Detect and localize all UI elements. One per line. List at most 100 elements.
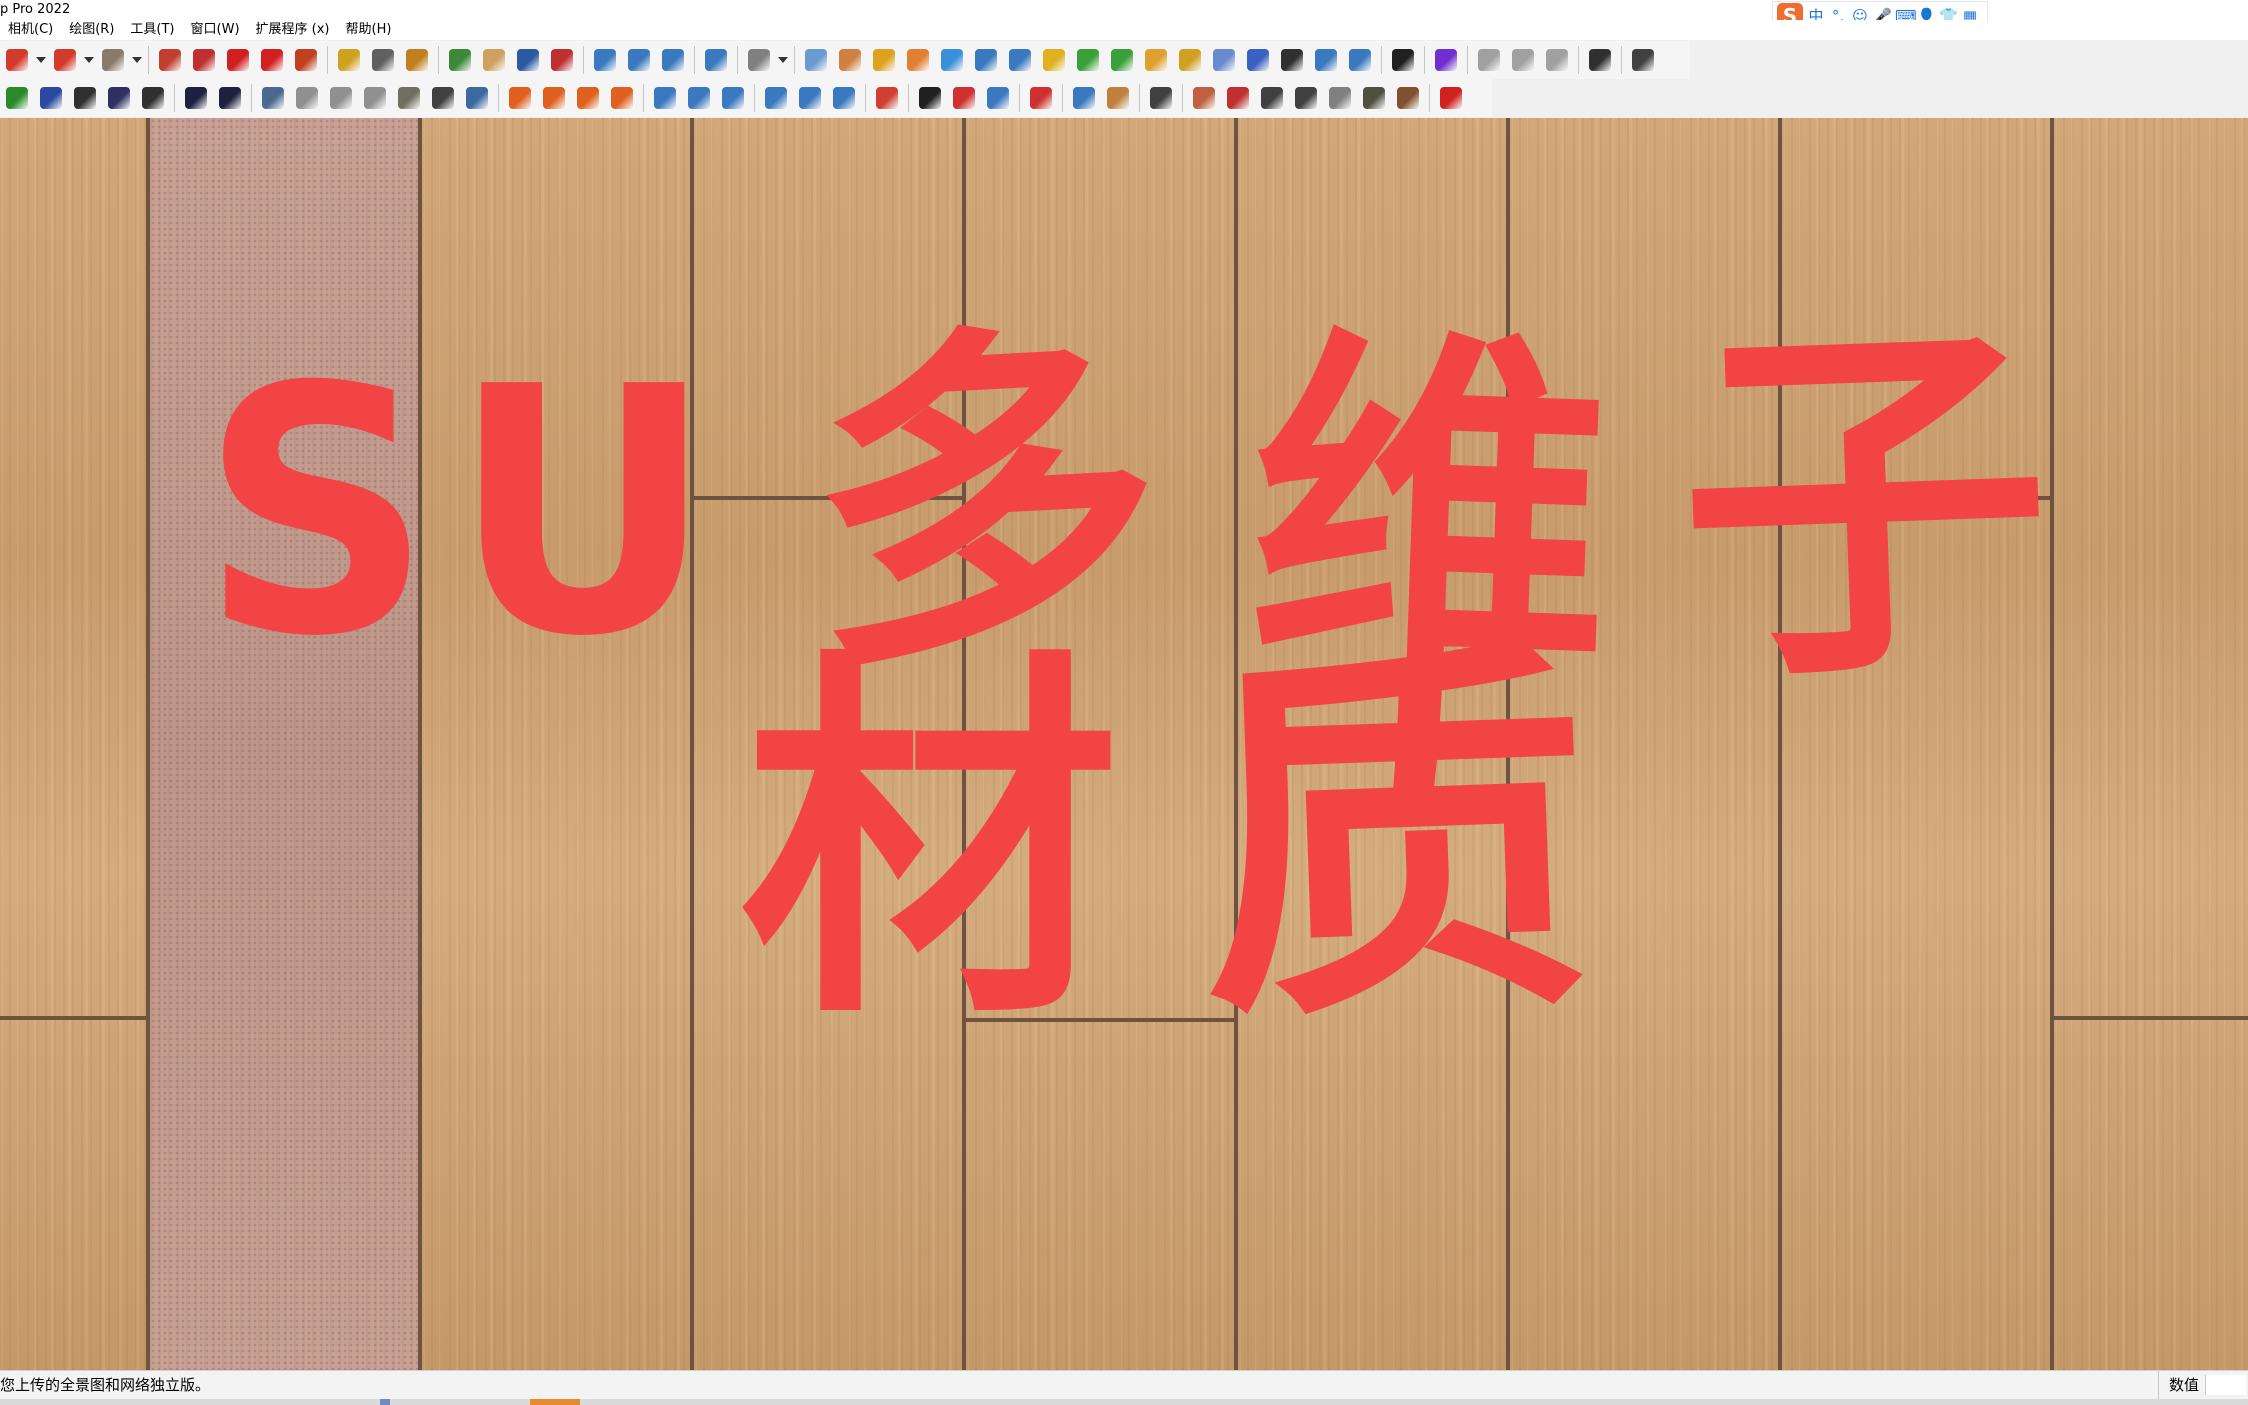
scale-box-button[interactable] bbox=[761, 82, 791, 114]
settings-sliders-button[interactable] bbox=[835, 44, 865, 76]
section-cut-button[interactable] bbox=[539, 82, 569, 114]
axes-button[interactable] bbox=[971, 44, 1001, 76]
pencil-line-button[interactable] bbox=[2, 44, 32, 76]
shape-tool-button[interactable] bbox=[1388, 44, 1418, 76]
zoom-extents-button[interactable] bbox=[547, 44, 577, 76]
menu-camera[interactable]: 相机(C) bbox=[0, 20, 61, 40]
move-button[interactable] bbox=[223, 44, 253, 76]
frame-button[interactable] bbox=[1311, 44, 1341, 76]
orbit-button[interactable] bbox=[445, 44, 475, 76]
diamond-outline-icon bbox=[1111, 49, 1133, 71]
browser-button[interactable] bbox=[872, 82, 902, 114]
diamond-outline-button[interactable] bbox=[1107, 44, 1137, 76]
render-icon bbox=[1281, 49, 1303, 71]
section-gear-button[interactable] bbox=[607, 82, 637, 114]
chevron-down-icon[interactable] bbox=[132, 44, 142, 76]
material-3-button[interactable] bbox=[1393, 82, 1423, 114]
rectangle-button[interactable] bbox=[98, 44, 128, 76]
flower-button[interactable] bbox=[1146, 82, 1176, 114]
gear-button[interactable] bbox=[138, 82, 168, 114]
stamp-button[interactable] bbox=[701, 44, 731, 76]
components-button[interactable] bbox=[801, 44, 831, 76]
square-button[interactable] bbox=[937, 44, 967, 76]
black-white-button[interactable] bbox=[915, 82, 945, 114]
shaded-button[interactable] bbox=[394, 82, 424, 114]
camera-button[interactable] bbox=[1474, 44, 1504, 76]
swap-button[interactable] bbox=[1026, 82, 1056, 114]
diamond-green-button[interactable] bbox=[1073, 44, 1103, 76]
measurements-input[interactable] bbox=[2205, 1375, 2246, 1395]
history-button[interactable] bbox=[1585, 44, 1615, 76]
box-button[interactable] bbox=[1039, 44, 1069, 76]
curve-join-button[interactable] bbox=[718, 82, 748, 114]
tree-icon bbox=[6, 87, 28, 109]
menu-help[interactable]: 帮助(H) bbox=[338, 20, 400, 40]
cloud-upload-button[interactable] bbox=[104, 82, 134, 114]
picture-button[interactable] bbox=[903, 44, 933, 76]
extension-button[interactable] bbox=[1628, 44, 1658, 76]
push-pull-button[interactable] bbox=[155, 44, 185, 76]
paint-bucket-button[interactable] bbox=[402, 44, 432, 76]
solar-north-button[interactable] bbox=[590, 44, 620, 76]
refresh-button[interactable] bbox=[829, 82, 859, 114]
light-bulb-button[interactable] bbox=[869, 44, 899, 76]
hidden-line-button[interactable] bbox=[292, 82, 322, 114]
offset-curve-button[interactable] bbox=[684, 82, 714, 114]
section-fill-button[interactable] bbox=[573, 82, 603, 114]
tree-button[interactable] bbox=[2, 82, 32, 114]
pen-button[interactable] bbox=[1243, 44, 1273, 76]
trash-red-button[interactable] bbox=[949, 82, 979, 114]
menu-window[interactable]: 窗口(W) bbox=[183, 20, 248, 40]
hatching-button[interactable] bbox=[1141, 44, 1171, 76]
terrain-button[interactable] bbox=[36, 82, 66, 114]
scene-button[interactable] bbox=[1508, 44, 1538, 76]
solid-button[interactable] bbox=[258, 82, 288, 114]
chevron-down-icon[interactable] bbox=[36, 44, 46, 76]
material-button[interactable] bbox=[1257, 82, 1287, 114]
photo-button[interactable] bbox=[1542, 44, 1572, 76]
render-button[interactable] bbox=[1277, 44, 1307, 76]
chevron-down-icon[interactable] bbox=[84, 44, 94, 76]
material-2-button[interactable] bbox=[1291, 82, 1321, 114]
rotate-button[interactable] bbox=[257, 44, 287, 76]
info-button[interactable] bbox=[215, 82, 245, 114]
package-button[interactable] bbox=[1069, 82, 1099, 114]
menu-tools[interactable]: 工具(T) bbox=[122, 20, 182, 40]
menu-extensions[interactable]: 扩展程序 (x) bbox=[248, 20, 338, 40]
trash-red-icon bbox=[953, 87, 975, 109]
layers-button[interactable] bbox=[658, 44, 688, 76]
text-button[interactable] bbox=[368, 44, 398, 76]
book-button[interactable] bbox=[1189, 82, 1219, 114]
textured-button[interactable] bbox=[428, 82, 458, 114]
zoom-button[interactable] bbox=[513, 44, 543, 76]
roll-button[interactable] bbox=[1325, 82, 1355, 114]
map-button[interactable] bbox=[1223, 82, 1253, 114]
checker-sphere-button[interactable] bbox=[70, 82, 100, 114]
plugin-p-button[interactable] bbox=[1431, 44, 1461, 76]
molecule-button[interactable] bbox=[795, 82, 825, 114]
chevron-down-icon[interactable] bbox=[778, 44, 788, 76]
cube-button[interactable] bbox=[1345, 44, 1375, 76]
model-viewport[interactable]: SU 多 维 子 材 质 bbox=[0, 118, 2248, 1370]
wireframe-button[interactable] bbox=[360, 82, 390, 114]
xray-button[interactable] bbox=[326, 82, 356, 114]
envelope-button[interactable] bbox=[181, 82, 211, 114]
bandage-button[interactable] bbox=[1103, 82, 1133, 114]
trash-blue-button[interactable] bbox=[983, 82, 1013, 114]
curve-button[interactable] bbox=[1005, 44, 1035, 76]
sandbox-button[interactable] bbox=[624, 44, 654, 76]
account-button[interactable] bbox=[744, 44, 774, 76]
follow-me-button[interactable] bbox=[189, 44, 219, 76]
plane-button[interactable] bbox=[1359, 82, 1389, 114]
link-button[interactable] bbox=[1209, 44, 1239, 76]
tape-measure-button[interactable] bbox=[334, 44, 364, 76]
monochrome-button[interactable] bbox=[462, 82, 492, 114]
arc-button[interactable] bbox=[50, 44, 80, 76]
weld-button[interactable] bbox=[650, 82, 680, 114]
table-button[interactable] bbox=[1436, 82, 1466, 114]
pan-button[interactable] bbox=[479, 44, 509, 76]
section-plane-button[interactable] bbox=[505, 82, 535, 114]
menu-draw[interactable]: 绘图(R) bbox=[61, 20, 122, 40]
palette-button[interactable] bbox=[1175, 44, 1205, 76]
scale-button[interactable] bbox=[291, 44, 321, 76]
